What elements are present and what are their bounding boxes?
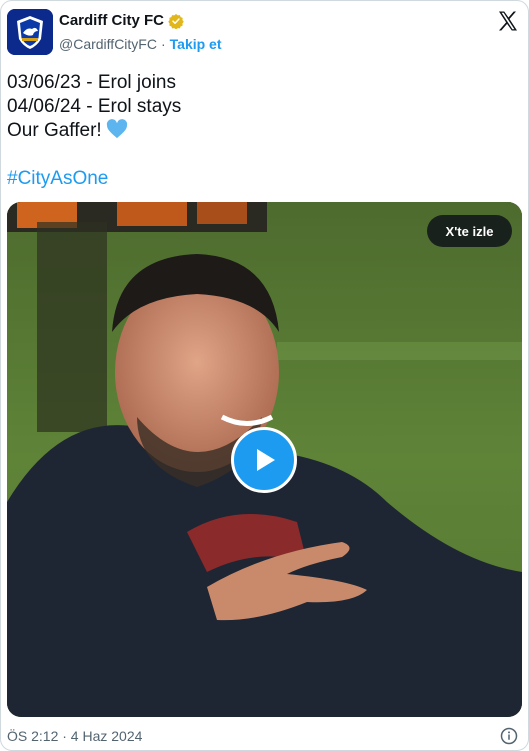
tweet-text: 03/06/23 - Erol joins 04/06/24 - Erol st… xyxy=(7,71,181,146)
tweet-line-3-text: Our Gaffer! xyxy=(7,120,102,141)
tweet-line-2: 04/06/24 - Erol stays xyxy=(7,96,182,117)
light-blue-heart-icon xyxy=(106,119,128,146)
avatar[interactable] xyxy=(7,9,53,55)
account-handle[interactable]: @CardiffCityFC xyxy=(59,36,157,52)
tweet-card: Cardiff City FC @CardiffCityFC · Takip e… xyxy=(0,0,529,751)
account-name-row: Cardiff City FC xyxy=(59,12,184,29)
cardiff-crest-icon xyxy=(7,9,53,55)
video-player[interactable]: X'te izle xyxy=(7,202,522,717)
tweet-line-3: Our Gaffer! xyxy=(7,119,181,146)
verified-badge-icon xyxy=(168,13,184,29)
x-logo-icon[interactable] xyxy=(496,9,520,33)
play-button[interactable] xyxy=(231,427,297,493)
info-icon[interactable] xyxy=(500,727,518,745)
follow-button[interactable]: Takip et xyxy=(170,36,222,52)
account-name[interactable]: Cardiff City FC xyxy=(59,12,164,29)
tweet-timestamp[interactable]: ÖS 2:12 · 4 Haz 2024 xyxy=(7,728,142,744)
handle-row: @CardiffCityFC · Takip et xyxy=(59,36,222,52)
hashtag-link[interactable]: #CityAsOne xyxy=(7,168,108,190)
separator-dot: · xyxy=(160,36,166,52)
watch-on-x-button[interactable]: X'te izle xyxy=(427,215,512,247)
play-icon xyxy=(257,449,275,471)
tweet-line-1: 03/06/23 - Erol joins xyxy=(7,72,176,93)
